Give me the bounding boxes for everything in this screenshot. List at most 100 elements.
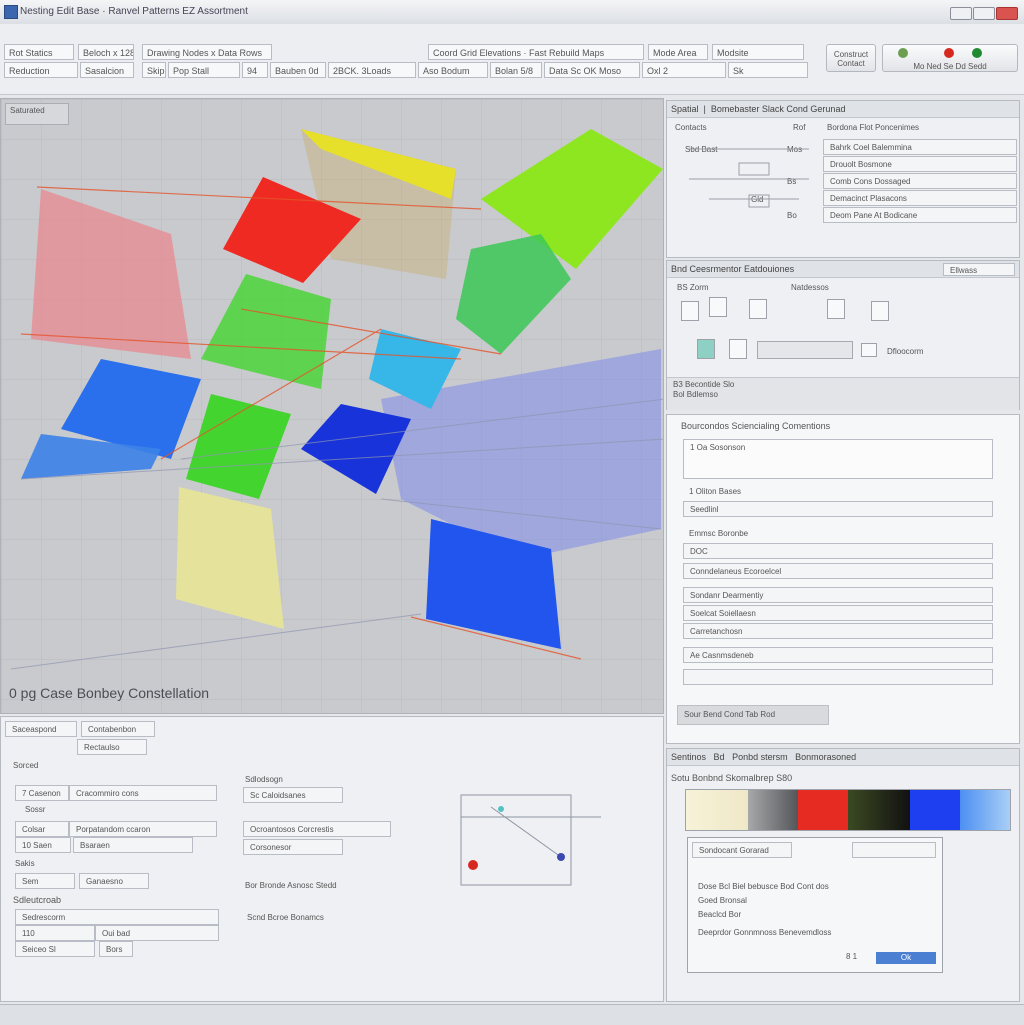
toolbar-field[interactable]: Skip [142, 62, 166, 78]
toolbar-field[interactable]: Oxl 2 [642, 62, 726, 78]
constraint-label: 10 Saen [15, 837, 71, 853]
material-icon[interactable] [871, 301, 889, 321]
document-row[interactable]: Sondanr Dearmentiy [683, 587, 993, 603]
constraint-label: Sakis [15, 859, 35, 868]
swatch-red[interactable] [798, 790, 848, 830]
properties-tab[interactable]: Spatial [671, 104, 699, 114]
ok-button[interactable]: Ok [876, 952, 936, 964]
tab-contabenbon[interactable]: Contabenbon [81, 721, 155, 737]
toolbar-field[interactable]: Modsite [712, 44, 804, 60]
property-field[interactable]: Drouolt Bosmone [823, 156, 1017, 172]
toolbar-field[interactable]: Mode Area [648, 44, 708, 60]
document-label: Emmsc Boronbe [689, 529, 749, 538]
materials-panel: Bnd Ceesrmentor Eatdouiones Ellwass BS Z… [666, 260, 1020, 410]
window-title: Nesting Edit Base · Ranvel Patterns EZ A… [20, 6, 248, 17]
constraint-field[interactable]: Cracommiro cons [69, 785, 217, 801]
teal-swatch-icon[interactable] [697, 339, 715, 359]
toolbar-field[interactable]: Coord Grid Elevations · Fast Rebuild Map… [428, 44, 644, 60]
constraint-field[interactable]: Oui bad [95, 925, 219, 941]
color-gradient-bar[interactable] [685, 789, 1011, 831]
properties-title: Bomebaster Slack Cond Gerunad [710, 104, 846, 114]
app-icon [4, 5, 18, 19]
constraint-field[interactable]: Bors [99, 941, 133, 957]
property-field[interactable]: Comb Cons Dossaged [823, 173, 1017, 189]
toolbar-field[interactable]: Rot Statics [4, 44, 74, 60]
document-row[interactable]: 1 Oa Sosonson [683, 439, 993, 479]
constraint-label: Sossr [25, 805, 46, 814]
field-rectaulso[interactable]: Rectaulso [77, 739, 147, 755]
material-icon[interactable] [861, 343, 877, 357]
dialog-page: 8 1 [846, 952, 858, 961]
material-icon[interactable] [709, 297, 727, 317]
dialog-text: Deeprdor Gonnmnoss Benevemdloss [698, 928, 832, 937]
red-node-icon[interactable] [468, 860, 478, 870]
tab-bonmorasoned[interactable]: Bonmorasoned [795, 752, 856, 762]
material-slider[interactable] [757, 341, 853, 359]
toolbar-field[interactable]: Beloch x 128 [78, 44, 134, 60]
material-icon[interactable] [827, 299, 845, 319]
red-status-icon [944, 48, 954, 58]
swatch-cream[interactable] [686, 790, 749, 830]
constraint-field[interactable]: Ocroantosos Corcrestis [243, 821, 391, 837]
tab-ponbd[interactable]: Ponbd stersm [732, 752, 788, 762]
materials-filter-field[interactable]: Ellwass [943, 263, 1015, 276]
contacts-label: Contacts [675, 123, 707, 132]
color-panel-tabs: Sentinos Bd Ponbd stersm Bonmorasoned [667, 749, 1019, 766]
minimize-button[interactable] [950, 7, 972, 20]
document-row[interactable]: Seedlinl [683, 501, 993, 517]
cyan-node-icon[interactable] [498, 806, 504, 812]
document-row[interactable]: Carretanchosn [683, 623, 993, 639]
dialog-text: Beaclcd Bor [698, 910, 742, 919]
tab-sentinos[interactable]: Sentinos [671, 752, 706, 762]
toolbar-field[interactable]: Bauben 0d [270, 62, 326, 78]
toolbar-field[interactable]: Data Sc OK Moso [544, 62, 640, 78]
swatch-light-blue[interactable] [960, 790, 1010, 830]
section-label: Bordona Flot Poncenimes [827, 123, 920, 132]
document-row[interactable]: Ae Casnmsdeneb [683, 647, 993, 663]
dialog-field[interactable]: Sondocant Gorarad [692, 842, 792, 858]
close-button[interactable] [996, 7, 1018, 20]
material-icon[interactable] [749, 299, 767, 319]
view-mode-tag[interactable]: Saturated [5, 103, 69, 125]
window-title-bar: Nesting Edit Base · Ranvel Patterns EZ A… [0, 0, 1024, 25]
material-icon[interactable] [681, 301, 699, 321]
maximize-button[interactable] [973, 7, 995, 20]
tab-saceaspond[interactable]: Saceaspond [5, 721, 77, 737]
toolbar-field[interactable]: 2BCK. 3Loads [328, 62, 416, 78]
toolbar-field[interactable]: Aso Bodum [418, 62, 488, 78]
swatch-gray[interactable] [748, 790, 799, 830]
blue-node-icon[interactable] [557, 853, 565, 861]
document-row[interactable] [683, 669, 993, 685]
property-field[interactable]: Deom Pane At Bodicane [823, 207, 1017, 223]
color-panel: Sentinos Bd Ponbd stersm Bonmorasoned So… [666, 748, 1020, 1002]
property-field[interactable]: Demacinct Plasacons [823, 190, 1017, 206]
constraint-field[interactable]: Corsonesor [243, 839, 343, 855]
tab-bd[interactable]: Bd [714, 752, 725, 762]
document-row[interactable]: Soelcat Soiellaesn [683, 605, 993, 621]
constraint-field[interactable]: Ganaesno [79, 873, 149, 889]
construct-button[interactable]: Construct Contact [826, 44, 876, 72]
footer-label: Bol Bdlemso [673, 390, 718, 399]
toolbar-field[interactable]: Reduction [4, 62, 78, 78]
document-row[interactable]: Conndelaneus Ecoroelcel [683, 563, 993, 579]
constraint-field[interactable]: Sc Caloidsanes [243, 787, 343, 803]
mini-diagram [460, 794, 601, 886]
dialog-field[interactable] [852, 842, 936, 858]
toolbar-field[interactable]: Bolan 5/8 [490, 62, 542, 78]
constraint-field[interactable]: Bsaraen [73, 837, 193, 853]
toolbar-field[interactable]: Drawing Nodes x Data Rows [142, 44, 272, 60]
constraint-field[interactable]: Porpatandom ccaron [69, 821, 217, 837]
swatch-dark[interactable] [848, 790, 911, 830]
toolbar-field[interactable]: Pop Stall [168, 62, 240, 78]
property-field[interactable]: Bahrk Coel Balemmina [823, 139, 1017, 155]
material-icon[interactable] [729, 339, 747, 359]
viewport-canvas[interactable] [1, 99, 664, 714]
materials-footer: B3 Becontide Slo Bol Bdlemso [667, 377, 1019, 410]
3d-viewport[interactable]: Saturated 0 pg Case Bonbey Constellation [0, 98, 664, 714]
toolbar-field[interactable]: 94 [242, 62, 268, 78]
document-row[interactable]: DOC [683, 543, 993, 559]
toolbar-field[interactable]: Sasalcion [80, 62, 134, 78]
constraint-field[interactable]: Sedrescorm [15, 909, 219, 925]
swatch-blue[interactable] [910, 790, 961, 830]
toolbar-field[interactable]: Sk [728, 62, 808, 78]
